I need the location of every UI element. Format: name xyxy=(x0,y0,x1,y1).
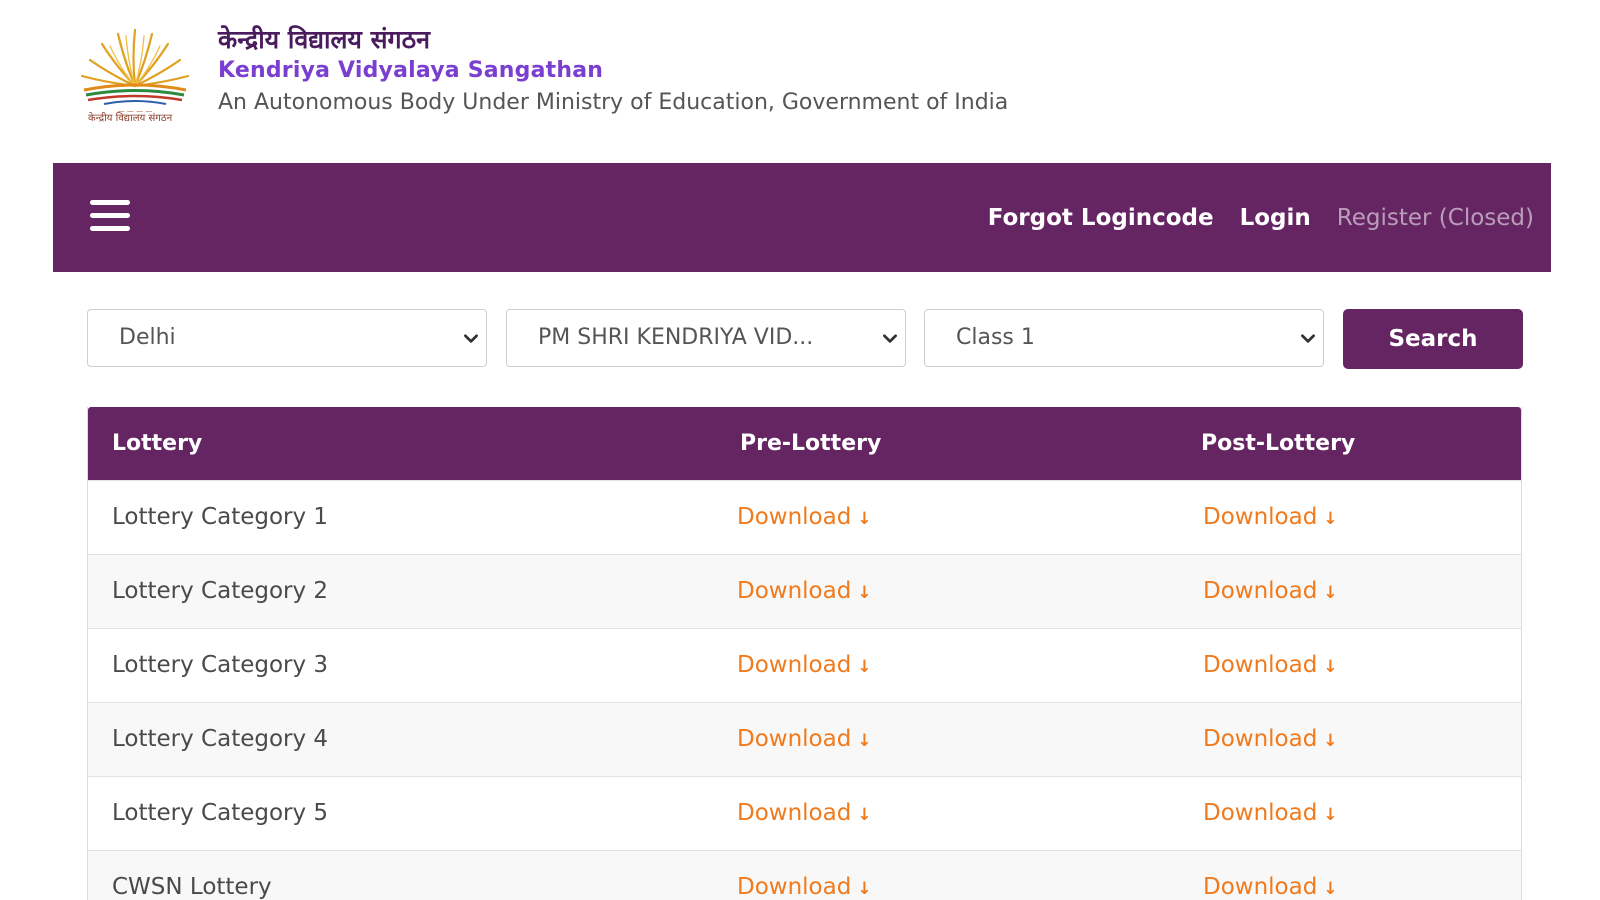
download-arrow-icon: ↓ xyxy=(857,879,872,899)
class-select[interactable]: Class 1 xyxy=(924,309,1324,367)
lottery-name: Lottery Category 2 xyxy=(112,578,329,604)
tagline: An Autonomous Body Under Ministry of Edu… xyxy=(218,90,1009,115)
school-select[interactable]: PM SHRI KENDRIYA VID... xyxy=(506,309,906,367)
site-header: — — — — केन्द्रीय विद्यालय संगठन केन्द्र… xyxy=(74,22,1008,130)
nav-links: Forgot Logincode Login Register (Closed) xyxy=(988,163,1534,272)
lottery-name: Lottery Category 5 xyxy=(112,800,329,826)
download-arrow-icon: ↓ xyxy=(1323,657,1338,677)
login-link[interactable]: Login xyxy=(1240,205,1311,231)
region-select[interactable]: Delhi xyxy=(87,309,487,367)
download-arrow-icon: ↓ xyxy=(857,731,872,751)
lottery-table: Lottery Pre-Lottery Post-Lottery Lottery… xyxy=(87,407,1522,900)
main-navbar: Forgot Logincode Login Register (Closed) xyxy=(53,163,1551,272)
search-button[interactable]: Search xyxy=(1343,309,1523,369)
post-lottery-download-link[interactable]: Download ↓ xyxy=(1203,800,1338,826)
header-lottery: Lottery xyxy=(112,431,203,456)
download-arrow-icon: ↓ xyxy=(857,657,872,677)
region-select-value: Delhi xyxy=(119,325,176,350)
lottery-name: CWSN Lottery xyxy=(112,874,272,900)
chevron-down-icon xyxy=(883,334,897,343)
download-arrow-icon: ↓ xyxy=(857,509,872,529)
lottery-name: Lottery Category 4 xyxy=(112,726,329,752)
logo-caption: केन्द्रीय विद्यालय संगठन xyxy=(88,113,173,124)
pre-lottery-download-link[interactable]: Download ↓ xyxy=(737,800,872,826)
register-link[interactable]: Register (Closed) xyxy=(1337,205,1534,231)
table-row: CWSN Lottery Download ↓ Download ↓ xyxy=(88,850,1521,900)
download-arrow-icon: ↓ xyxy=(1323,879,1338,899)
lottery-name: Lottery Category 1 xyxy=(112,504,329,530)
table-row: Lottery Category 4 Download ↓ Download ↓ xyxy=(88,702,1521,776)
chevron-down-icon xyxy=(464,334,478,343)
download-arrow-icon: ↓ xyxy=(1323,731,1338,751)
download-arrow-icon: ↓ xyxy=(857,805,872,825)
post-lottery-download-link[interactable]: Download ↓ xyxy=(1203,578,1338,604)
english-title: Kendriya Vidyalaya Sangathan xyxy=(218,58,604,83)
school-select-value: PM SHRI KENDRIYA VID... xyxy=(538,325,814,350)
pre-lottery-download-link[interactable]: Download ↓ xyxy=(737,578,872,604)
download-arrow-icon: ↓ xyxy=(1323,805,1338,825)
kvs-logo[interactable]: — — — — केन्द्रीय विद्यालय संगठन xyxy=(74,22,196,130)
pre-lottery-download-link[interactable]: Download ↓ xyxy=(737,726,872,752)
lottery-name: Lottery Category 3 xyxy=(112,652,329,678)
hindi-title: केन्द्रीय विद्यालय संगठन xyxy=(218,25,431,54)
table-row: Lottery Category 1 Download ↓ Download ↓ xyxy=(88,480,1521,554)
table-row: Lottery Category 5 Download ↓ Download ↓ xyxy=(88,776,1521,850)
table-row: Lottery Category 3 Download ↓ Download ↓ xyxy=(88,628,1521,702)
post-lottery-download-link[interactable]: Download ↓ xyxy=(1203,874,1338,900)
forgot-logincode-link[interactable]: Forgot Logincode xyxy=(988,205,1214,231)
pre-lottery-download-link[interactable]: Download ↓ xyxy=(737,504,872,530)
post-lottery-download-link[interactable]: Download ↓ xyxy=(1203,652,1338,678)
header-pre-lottery: Pre-Lottery xyxy=(740,431,882,456)
pre-lottery-download-link[interactable]: Download ↓ xyxy=(737,652,872,678)
download-arrow-icon: ↓ xyxy=(857,583,872,603)
header-post-lottery: Post-Lottery xyxy=(1201,431,1356,456)
download-arrow-icon: ↓ xyxy=(1323,583,1338,603)
hamburger-menu-icon[interactable] xyxy=(90,200,130,234)
download-arrow-icon: ↓ xyxy=(1323,509,1338,529)
pre-lottery-download-link[interactable]: Download ↓ xyxy=(737,874,872,900)
post-lottery-download-link[interactable]: Download ↓ xyxy=(1203,504,1338,530)
table-row: Lottery Category 2 Download ↓ Download ↓ xyxy=(88,554,1521,628)
post-lottery-download-link[interactable]: Download ↓ xyxy=(1203,726,1338,752)
class-select-value: Class 1 xyxy=(956,325,1035,350)
chevron-down-icon xyxy=(1301,334,1315,343)
brand-text: केन्द्रीय विद्यालय संगठन Kendriya Vidyal… xyxy=(218,24,1008,120)
table-header: Lottery Pre-Lottery Post-Lottery xyxy=(88,407,1521,480)
